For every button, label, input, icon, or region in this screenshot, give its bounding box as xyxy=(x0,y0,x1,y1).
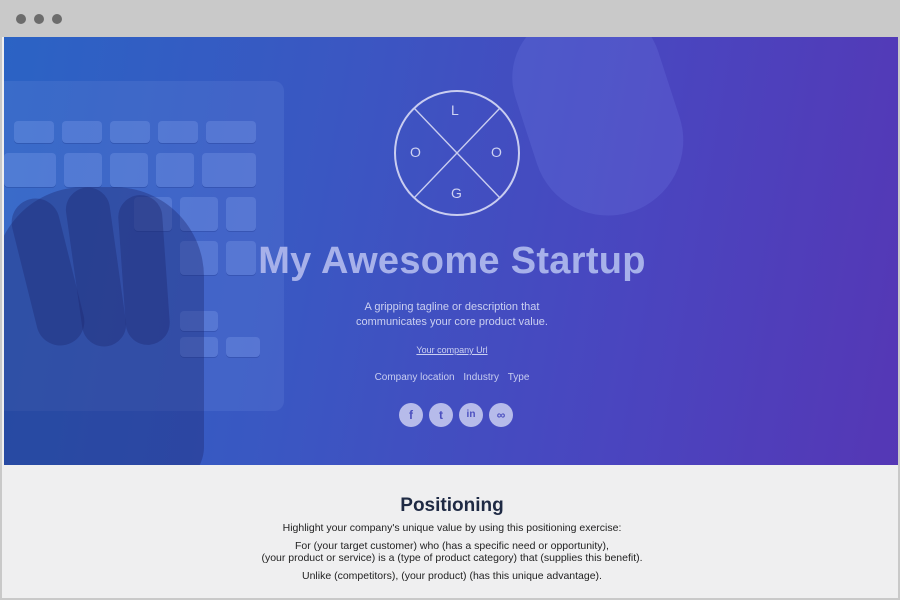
logo-letter-top: L xyxy=(451,102,459,118)
mouse-image xyxy=(495,37,703,236)
positioning-line-3: Unlike (competitors), (your product) (ha… xyxy=(302,570,602,582)
facebook-icon[interactable]: f xyxy=(399,403,423,427)
twitter-icon[interactable]: t xyxy=(429,403,453,427)
positioning-line-1: For (your target customer) who (has a sp… xyxy=(295,540,609,552)
link-icon[interactable]: ∞ xyxy=(489,403,513,427)
logo-letter-right: O xyxy=(491,144,502,160)
meta-type: Type xyxy=(507,372,530,383)
hero-tagline: A gripping tagline or description that c… xyxy=(304,300,600,330)
meta-industry: Industry xyxy=(463,372,499,383)
window-maximize-dot[interactable] xyxy=(52,14,62,24)
linkedin-icon[interactable]: in xyxy=(459,403,483,427)
company-logo: L O O G xyxy=(392,88,522,218)
meta-location: Company location xyxy=(374,372,455,383)
hero-section: L O O G My Awesome Startup A gripping ta… xyxy=(4,37,898,465)
company-url-link[interactable]: Your company Url xyxy=(4,345,898,355)
logo-letter-left: O xyxy=(410,144,421,160)
social-links: f t in ∞ xyxy=(399,403,519,427)
tagline-line-1: A gripping tagline or description that xyxy=(364,301,540,313)
positioning-title: Positioning xyxy=(400,495,504,516)
window-titlebar xyxy=(2,0,898,37)
window-minimize-dot[interactable] xyxy=(34,14,44,24)
window-close-dot[interactable] xyxy=(16,14,26,24)
positioning-line-2: (your product or service) is a (type of … xyxy=(261,552,643,564)
hero-title: My Awesome Startup xyxy=(258,240,646,282)
company-meta-row: Company location Industry Type xyxy=(4,372,898,383)
tagline-line-2: communicates your core product value. xyxy=(356,316,548,328)
logo-letter-bottom: G xyxy=(451,185,462,201)
positioning-intro: Highlight your company's unique value by… xyxy=(282,522,622,534)
browser-window: L O O G My Awesome Startup A gripping ta… xyxy=(0,0,900,600)
positioning-section: Positioning Highlight your company's uni… xyxy=(4,465,898,598)
